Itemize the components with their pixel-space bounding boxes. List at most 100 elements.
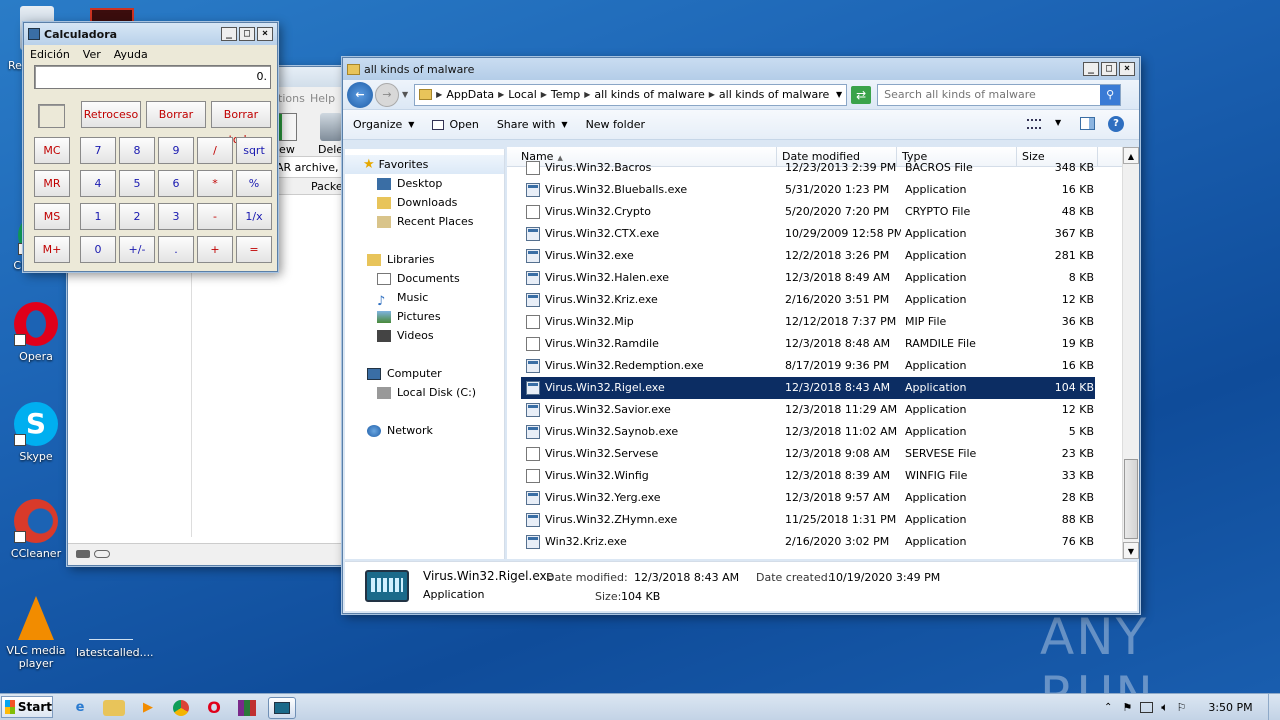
key-sqrt[interactable]: sqrt: [236, 137, 272, 164]
key-3[interactable]: 3: [158, 203, 194, 230]
explorer-window[interactable]: all kinds of malware _ □ × ← → ▼ ▶ AppDa…: [342, 57, 1140, 614]
clock[interactable]: 3:50 PM: [1208, 701, 1252, 714]
file-row[interactable]: Virus.Win32.CTX.exe 10/29/2009 12:58 PM Ap…: [521, 223, 1095, 245]
address-bar[interactable]: ▶ AppData ▶ Local ▶ Temp ▶ all kinds of …: [414, 83, 848, 106]
breadcrumb-folder[interactable]: all kinds of malware: [594, 88, 704, 101]
file-row[interactable]: Virus.Win32.Ramdile 12/3/2018 8:48 AM RAMD…: [521, 333, 1095, 355]
desktop-icon-ccleaner[interactable]: CCleaner: [1, 499, 71, 560]
search-box[interactable]: ⚲: [877, 83, 1122, 106]
key-0[interactable]: 0: [80, 236, 116, 263]
flag-icon[interactable]: ⚐: [1176, 701, 1186, 714]
network-tray-icon[interactable]: [1140, 701, 1154, 713]
breadcrumb-appdata[interactable]: AppData: [446, 88, 494, 101]
explorer-taskbar-icon[interactable]: [103, 700, 125, 716]
calculator-taskbar-icon[interactable]: [268, 697, 296, 719]
menu-ayuda[interactable]: Ayuda: [114, 48, 148, 61]
nav-desktop[interactable]: Desktop: [345, 174, 504, 193]
action-center-icon[interactable]: ⚑: [1122, 701, 1132, 714]
key-2[interactable]: 2: [119, 203, 155, 230]
m-plus-button[interactable]: M+: [34, 236, 70, 263]
desktop-icon-opera[interactable]: Opera: [1, 302, 71, 363]
view-icon[interactable]: [275, 113, 297, 141]
key-reciprocal[interactable]: 1/x: [236, 203, 272, 230]
organize-button[interactable]: Organize ▼: [353, 118, 414, 131]
history-chevron-icon[interactable]: ▼: [402, 90, 408, 99]
nav-recent-places[interactable]: Recent Places: [345, 212, 504, 231]
maximize-button[interactable]: □: [239, 27, 255, 41]
file-row[interactable]: Virus.Win32.Kriz.exe 2/16/2020 3:51 PM App…: [521, 289, 1095, 311]
file-list[interactable]: Name ▲ Date modified Type Size Virus.Win3…: [507, 147, 1139, 559]
vertical-scrollbar[interactable]: ▲ ▼: [1122, 147, 1139, 559]
start-button[interactable]: Start: [1, 696, 53, 718]
scroll-thumb[interactable]: [1124, 459, 1138, 539]
nav-favorites[interactable]: ★ Favorites: [345, 155, 504, 174]
minimize-button[interactable]: _: [221, 27, 237, 41]
clear-all-button[interactable]: Borrar todo: [211, 101, 271, 146]
nav-documents[interactable]: Documents: [345, 269, 504, 288]
view-chevron-icon[interactable]: ▼: [1055, 118, 1061, 127]
file-row[interactable]: Virus.Win32.Halen.exe 12/3/2018 8:49 AM Ap…: [521, 267, 1095, 289]
desktop-icon-latestcalled[interactable]: latestcalled....: [76, 596, 154, 659]
view-options-icon[interactable]: [1027, 119, 1041, 129]
file-row[interactable]: Virus.Win32.Mip 12/12/2018 7:37 PM MIP Fil…: [521, 311, 1095, 333]
forward-arrow-icon[interactable]: →: [375, 82, 399, 107]
nav-downloads[interactable]: Downloads: [345, 193, 504, 212]
key-8[interactable]: 8: [119, 137, 155, 164]
maximize-button[interactable]: □: [1101, 62, 1117, 76]
show-desktop-button[interactable]: [1268, 694, 1280, 720]
key-negate[interactable]: +/-: [119, 236, 155, 263]
clear-entry-button[interactable]: Borrar: [146, 101, 206, 128]
file-row[interactable]: Virus.Win32.Bacros 12/23/2013 2:39 PM BACR…: [521, 157, 1095, 179]
key-add[interactable]: +: [197, 236, 233, 263]
help-icon[interactable]: ?: [1108, 116, 1124, 132]
key-5[interactable]: 5: [119, 170, 155, 197]
preview-pane-icon[interactable]: [1080, 117, 1095, 130]
menu-help[interactable]: Help: [310, 92, 335, 105]
file-row[interactable]: Virus.Win32.Saynob.exe 12/3/2018 11:02 AM…: [521, 421, 1095, 443]
file-row[interactable]: Virus.Win32.ZHymn.exe 11/25/2018 1:31 PM A…: [521, 509, 1095, 531]
ms-button[interactable]: MS: [34, 203, 70, 230]
file-row[interactable]: Win32.Kriz.exe 2/16/2020 3:02 PM Applicati…: [521, 531, 1095, 553]
nav-network[interactable]: Network: [345, 421, 504, 440]
opera-taskbar-icon[interactable]: O: [200, 697, 228, 719]
nav-local-disk[interactable]: Local Disk (C:): [345, 383, 504, 402]
file-row[interactable]: Virus.Win32.Servese 12/3/2018 9:08 AM SERV…: [521, 443, 1095, 465]
nav-pictures[interactable]: Pictures: [345, 307, 504, 326]
explorer-titlebar[interactable]: all kinds of malware _ □ ×: [343, 58, 1139, 80]
search-input[interactable]: [884, 88, 1101, 101]
desktop-icon-skype[interactable]: S Skype: [1, 402, 71, 463]
key-subtract[interactable]: -: [197, 203, 233, 230]
menu-fragment[interactable]: tions: [278, 92, 305, 105]
key-equals[interactable]: =: [236, 236, 272, 263]
nav-videos[interactable]: Videos: [345, 326, 504, 345]
breadcrumb-current[interactable]: all kinds of malware: [719, 88, 829, 101]
file-row[interactable]: Virus.Win32.exe 12/2/2018 3:26 PM Applicat…: [521, 245, 1095, 267]
close-button[interactable]: ×: [257, 27, 273, 41]
calculator-window[interactable]: Calculadora _ □ × Edición Ver Ayuda 0. R…: [23, 22, 278, 272]
mr-button[interactable]: MR: [34, 170, 70, 197]
key-1[interactable]: 1: [80, 203, 116, 230]
key-multiply[interactable]: *: [197, 170, 233, 197]
nav-computer[interactable]: Computer: [345, 364, 504, 383]
breadcrumb-local[interactable]: Local: [508, 88, 537, 101]
nav-music[interactable]: ♪ Music: [345, 288, 504, 309]
media-player-taskbar-icon[interactable]: ▶: [134, 697, 162, 719]
chrome-taskbar-icon[interactable]: [167, 697, 195, 719]
backspace-button[interactable]: Retroceso: [81, 101, 141, 128]
calculator-display[interactable]: 0.: [34, 65, 271, 89]
open-button[interactable]: Open: [432, 118, 479, 131]
minimize-button[interactable]: _: [1083, 62, 1099, 76]
share-with-button[interactable]: Share with ▼: [497, 118, 568, 131]
file-row[interactable]: Virus.Win32.Yerg.exe 12/3/2018 9:57 AM App…: [521, 487, 1095, 509]
mc-button[interactable]: MC: [34, 137, 70, 164]
key-4[interactable]: 4: [80, 170, 116, 197]
file-row[interactable]: Virus.Win32.Redemption.exe 8/17/2019 9:36…: [521, 355, 1095, 377]
breadcrumb-temp[interactable]: Temp: [551, 88, 580, 101]
new-folder-button[interactable]: New folder: [586, 118, 645, 131]
volume-icon[interactable]: 🔈︎: [1161, 700, 1168, 715]
desktop-icon-vlc[interactable]: VLC media player: [1, 596, 71, 670]
search-icon[interactable]: ⚲: [1100, 84, 1121, 105]
delete-icon[interactable]: [320, 113, 342, 141]
ie-taskbar-icon[interactable]: e: [66, 697, 94, 719]
close-button[interactable]: ×: [1119, 62, 1135, 76]
